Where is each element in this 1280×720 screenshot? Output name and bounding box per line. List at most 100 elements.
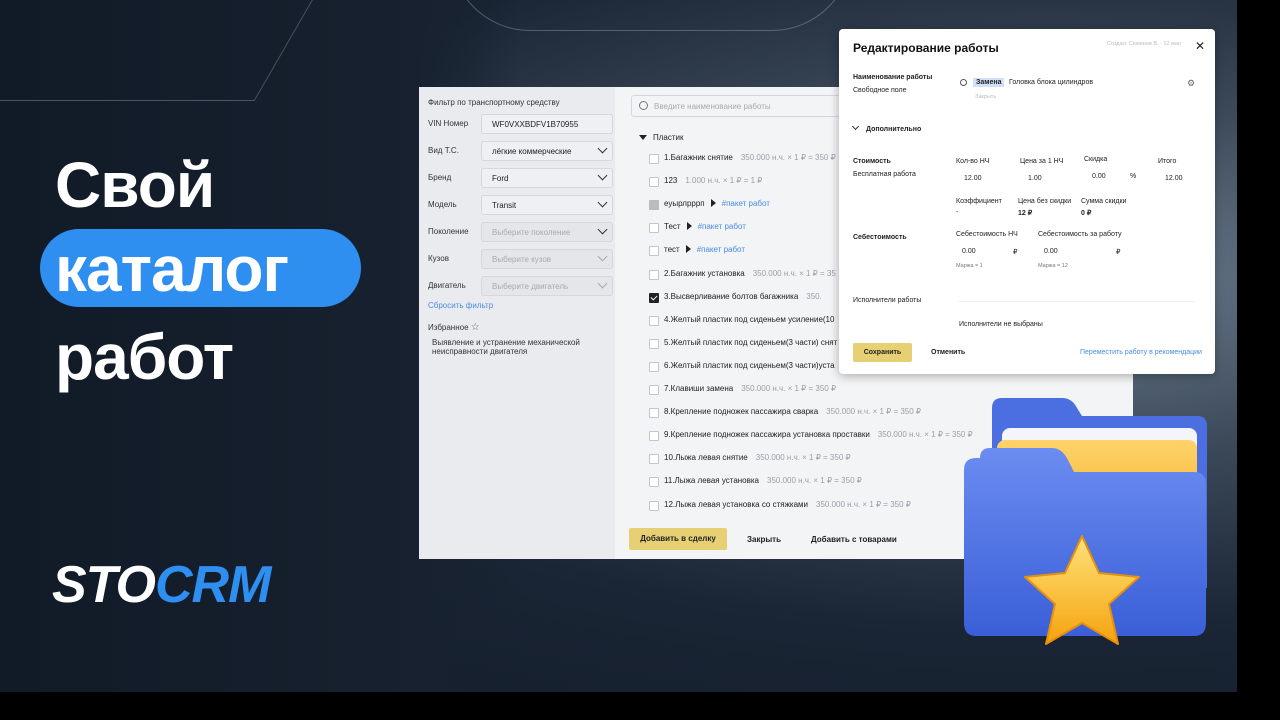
modal-title: Редактирование работы [853, 41, 999, 55]
generation-placeholder: Выберите поколение [492, 228, 571, 237]
self-cost-nh-label: Себестоимость НЧ [956, 231, 1018, 238]
filter-field-label: Модель [428, 200, 457, 209]
row-checkbox[interactable] [649, 200, 659, 211]
no-discount-price-label: Цена без скидки [1018, 198, 1072, 205]
row-checkbox[interactable] [649, 177, 659, 188]
chevron-down-icon [851, 122, 860, 131]
caret-down-icon [639, 135, 647, 140]
cost-label: Стоимость [853, 158, 891, 165]
row-checkbox[interactable] [649, 477, 659, 488]
reset-filter-link[interactable]: Сбросить фильтр [428, 301, 493, 310]
row-price: 350.000 н.ч. × 1 ₽ = 35 [752, 268, 836, 278]
row-name: 8.Крепление подножек пассажира сварка [664, 407, 819, 417]
vehicle-type-value: лёгкие коммерческие [492, 147, 572, 156]
self-cost-nh-input[interactable]: 0.00 [962, 248, 976, 255]
executors-select[interactable] [959, 301, 1195, 302]
row-checkbox[interactable] [649, 292, 659, 303]
row-checkbox[interactable] [649, 338, 659, 349]
row-checkbox[interactable] [649, 361, 659, 372]
discount-sum-value: 0 ₽ [1081, 210, 1092, 217]
close-icon[interactable]: ✕ [1195, 39, 1205, 53]
row-checkbox[interactable] [649, 315, 659, 326]
expand-arrow-icon[interactable] [710, 199, 716, 208]
no-discount-price-value: 12 ₽ [1018, 210, 1033, 217]
row-package-tag: #пакет работ [721, 199, 770, 209]
self-cost-work-label: Себестоимость за работу [1038, 231, 1122, 238]
close-button[interactable]: Закрыть [747, 535, 781, 544]
search-icon [960, 79, 967, 86]
cancel-button[interactable]: Отменить [931, 349, 965, 356]
engine-placeholder: Выберите двигатель [492, 282, 569, 291]
row-price: 350.000 н.ч. × 1 ₽ = 350 ₽ [877, 430, 973, 440]
row-name: Тест [664, 222, 681, 232]
filter-title: Фильтр по транспортному средству [428, 98, 560, 107]
chevron-down-icon [597, 278, 608, 289]
chevron-down-icon [597, 251, 608, 262]
favorite-item[interactable]: Выявление и устранение механической неис… [432, 338, 602, 356]
discount-input[interactable]: 0.00 [1092, 173, 1106, 180]
margin-nh: Маржа = 1 [956, 263, 983, 269]
vehicle-type-select[interactable]: лёгкие коммерческие [481, 141, 613, 161]
price-input[interactable]: 1.00 [1028, 175, 1042, 182]
save-button[interactable]: Сохранить [853, 343, 912, 362]
row-checkbox[interactable] [649, 269, 659, 280]
move-to-recommendations-link[interactable]: Переместить работу в рекомендации [1080, 349, 1202, 356]
row-name: 9.Крепление подножек пассажира установка… [664, 430, 870, 440]
promo-stage: Свой каталог работ STOCRM Фильтр по тран… [0, 0, 1237, 692]
modal-meta: Создал: Семенов В. · 12 мая [1107, 41, 1181, 47]
add-with-goods-button[interactable]: Добавить с товарами [811, 535, 897, 544]
row-name: 7.Клавиши замена [664, 384, 734, 393]
row-checkbox[interactable] [649, 223, 659, 234]
row-checkbox[interactable] [649, 154, 659, 164]
search-icon [639, 101, 648, 110]
body-select[interactable]: Выберите кузов [481, 249, 613, 269]
qty-input[interactable]: 12.00 [964, 175, 982, 182]
free-work-checkbox-label[interactable]: Бесплатная работа [853, 171, 916, 178]
free-field-label: Свободное поле [853, 87, 907, 94]
work-type-tag[interactable]: Замена [973, 78, 1005, 87]
model-select[interactable]: Transit [481, 195, 613, 215]
row-checkbox[interactable] [649, 385, 659, 395]
row-checkbox[interactable] [649, 454, 659, 465]
settings-icon[interactable]: ⚙ [1187, 78, 1195, 89]
discount-sum-label: Сумма скидки [1081, 198, 1127, 205]
row-price: 350.000 н.ч. × 1 ₽ = 350 ₽ [740, 153, 836, 162]
add-to-deal-button[interactable]: Добавить в сделку [629, 528, 727, 550]
row-checkbox[interactable] [649, 408, 659, 419]
row-checkbox[interactable] [649, 431, 659, 442]
chevron-down-icon [597, 143, 608, 154]
vin-input[interactable]: WF0VXXBDFV1B70955 [481, 114, 613, 134]
work-name-input[interactable]: Головка блока цилиндров [1009, 79, 1093, 86]
engine-select[interactable]: Выберите двигатель [481, 276, 613, 296]
brand-logo: STOCRM [52, 555, 271, 615]
row-name: 10.Лыжа левая снятие [664, 453, 748, 463]
self-cost-work-input[interactable]: 0.00 [1044, 248, 1058, 255]
edit-work-modal: Редактирование работы Создал: Семенов В.… [839, 29, 1215, 374]
expand-arrow-icon[interactable] [686, 222, 692, 231]
self-cost-nh-unit: ₽ [1013, 249, 1018, 256]
row-name: 3.Высверливание болтов багажника [664, 291, 799, 301]
row-price: 350.000 н.ч. × 1 ₽ = 350 ₽ [741, 384, 837, 393]
brand-value: Ford [492, 174, 509, 183]
chevron-down-icon [597, 224, 608, 235]
row-name: 5.Желтый пластик под сиденьем(3 части) с… [664, 337, 838, 347]
row-name: 1.Багажник снятие [664, 153, 733, 162]
row-name: 11.Лыжа левая установка [664, 476, 760, 486]
row-name: тест [664, 245, 680, 255]
row-checkbox[interactable] [649, 246, 659, 257]
row-package-tag: #пакет работ [697, 222, 746, 232]
extra-section-toggle[interactable]: Дополнительно [851, 122, 921, 133]
expand-arrow-icon[interactable] [685, 245, 691, 254]
self-cost-label: Себестоимость [853, 234, 907, 241]
group-header[interactable]: Пластик [639, 133, 684, 147]
chevron-down-icon [597, 170, 608, 181]
logo-text-part-1: STO [52, 556, 156, 614]
generation-select[interactable]: Выберите поколение [481, 222, 613, 242]
row-checkbox[interactable] [649, 500, 659, 511]
executors-empty: Исполнители не выбраны [959, 321, 1043, 328]
price-label: Цена за 1 НЧ [1020, 158, 1064, 165]
star-icon[interactable]: ☆ [471, 322, 480, 333]
brand-select[interactable]: Ford [481, 168, 613, 188]
logo-text-part-2: CRM [154, 556, 271, 614]
chevron-down-icon [597, 197, 608, 208]
